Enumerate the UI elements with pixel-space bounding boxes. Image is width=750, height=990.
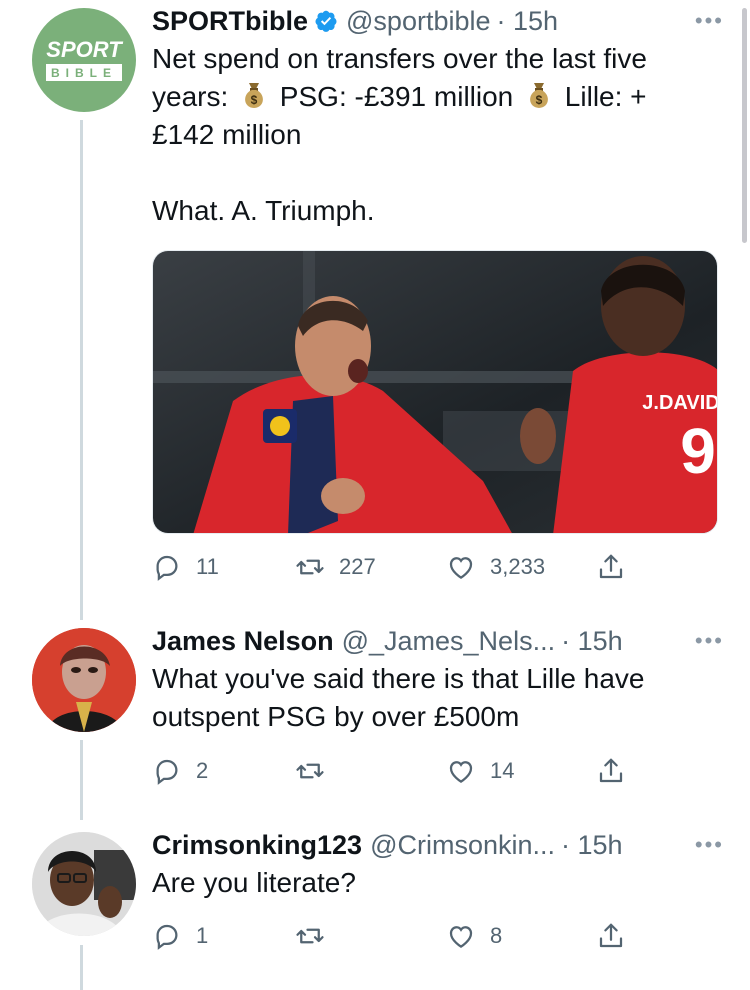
tweet-text: Net spend on transfers over the last fiv… xyxy=(152,43,647,226)
reply-text: Are you literate? xyxy=(152,867,356,898)
retweet-icon xyxy=(296,763,324,779)
jersey-number-text: 9 xyxy=(680,415,716,487)
reply-header: Crimsonking123 @Crimsonkin... · 15h xyxy=(152,828,750,862)
reply-button[interactable]: 1 xyxy=(152,921,208,951)
like-button[interactable]: 14 xyxy=(446,756,514,786)
tweet-timestamp[interactable]: · 15h xyxy=(497,4,559,38)
reply-button[interactable]: 2 xyxy=(152,756,208,786)
tweet-timestamp[interactable]: · 15h xyxy=(561,828,623,862)
reply-icon xyxy=(156,759,178,785)
money-bag-icon: $ xyxy=(530,83,548,108)
like-button[interactable]: 3,233 xyxy=(446,552,545,582)
reply-count: 1 xyxy=(196,923,209,948)
like-button[interactable]: 8 xyxy=(446,921,502,951)
share-button[interactable] xyxy=(596,921,626,951)
retweet-button[interactable] xyxy=(295,921,339,951)
heart-icon xyxy=(449,557,473,579)
author-handle[interactable]: @Crimsonkin... xyxy=(370,828,555,862)
reply-tweet[interactable]: Crimsonking123 @Crimsonkin... · 15h ••• … xyxy=(0,824,750,990)
more-options-icon[interactable]: ••• xyxy=(695,828,724,862)
reply-text: What you've said there is that Lille hav… xyxy=(152,663,645,732)
retweet-icon xyxy=(296,559,324,575)
scrollbar[interactable] xyxy=(742,8,747,243)
retweet-button[interactable]: 227 xyxy=(295,552,376,582)
author-name[interactable]: SPORTbible xyxy=(152,4,308,38)
sportbible-avatar[interactable]: SPORT BIBLE xyxy=(32,8,136,112)
more-options-icon[interactable]: ••• xyxy=(695,624,724,658)
svg-text:$: $ xyxy=(251,93,258,107)
tweet-actions: 2 14 xyxy=(152,756,712,786)
reply-button[interactable]: 11 xyxy=(152,552,219,582)
share-icon xyxy=(599,554,623,579)
share-button[interactable] xyxy=(596,552,626,582)
reply-count: 2 xyxy=(196,758,209,783)
jersey-name-text: J.DAVID xyxy=(642,392,718,414)
reply-icon xyxy=(156,924,178,950)
main-tweet[interactable]: SPORT BIBLE SPORTbible @sportbible · 15h… xyxy=(0,0,750,600)
retweet-button[interactable] xyxy=(295,756,339,786)
share-icon xyxy=(599,758,623,783)
reply-tweet[interactable]: James Nelson @_James_Nels... · 15h ••• W… xyxy=(0,620,750,815)
author-name[interactable]: Crimsonking123 xyxy=(152,828,362,862)
tweet-actions: 1 8 xyxy=(152,921,712,951)
reply-icon xyxy=(156,555,178,581)
tweet-actions: 11 227 3,233 xyxy=(152,552,712,582)
heart-icon xyxy=(449,761,473,783)
reply-header: James Nelson @_James_Nels... · 15h xyxy=(152,624,750,658)
football-celebration-image: J.DAVID 9 xyxy=(153,251,718,533)
money-bag-icon: $ xyxy=(245,83,263,108)
tweet-header: SPORTbible @sportbible · 15h xyxy=(152,4,750,38)
avatar-logo-text: SPORT xyxy=(46,37,123,62)
reply-count: 11 xyxy=(196,554,219,579)
like-count: 14 xyxy=(490,758,515,783)
more-options-icon[interactable]: ••• xyxy=(695,4,724,38)
author-handle[interactable]: @sportbible xyxy=(346,4,490,38)
author-name[interactable]: James Nelson xyxy=(152,624,334,658)
james-nelson-avatar[interactable] xyxy=(32,628,136,732)
share-icon xyxy=(599,923,623,948)
author-handle[interactable]: @_James_Nels... xyxy=(342,624,555,658)
like-count: 3,233 xyxy=(490,554,546,579)
heart-icon xyxy=(449,926,473,948)
tweet-photo[interactable]: J.DAVID 9 xyxy=(152,250,718,534)
crimsonking-avatar[interactable] xyxy=(32,832,136,936)
svg-text:$: $ xyxy=(536,93,543,107)
like-count: 8 xyxy=(490,923,503,948)
retweet-count: 227 xyxy=(339,554,376,579)
verified-badge-icon xyxy=(315,10,337,32)
tweet-timestamp[interactable]: · 15h xyxy=(561,624,623,658)
share-button[interactable] xyxy=(596,756,626,786)
svg-text:BIBLE: BIBLE xyxy=(51,66,117,80)
retweet-icon xyxy=(296,928,324,944)
